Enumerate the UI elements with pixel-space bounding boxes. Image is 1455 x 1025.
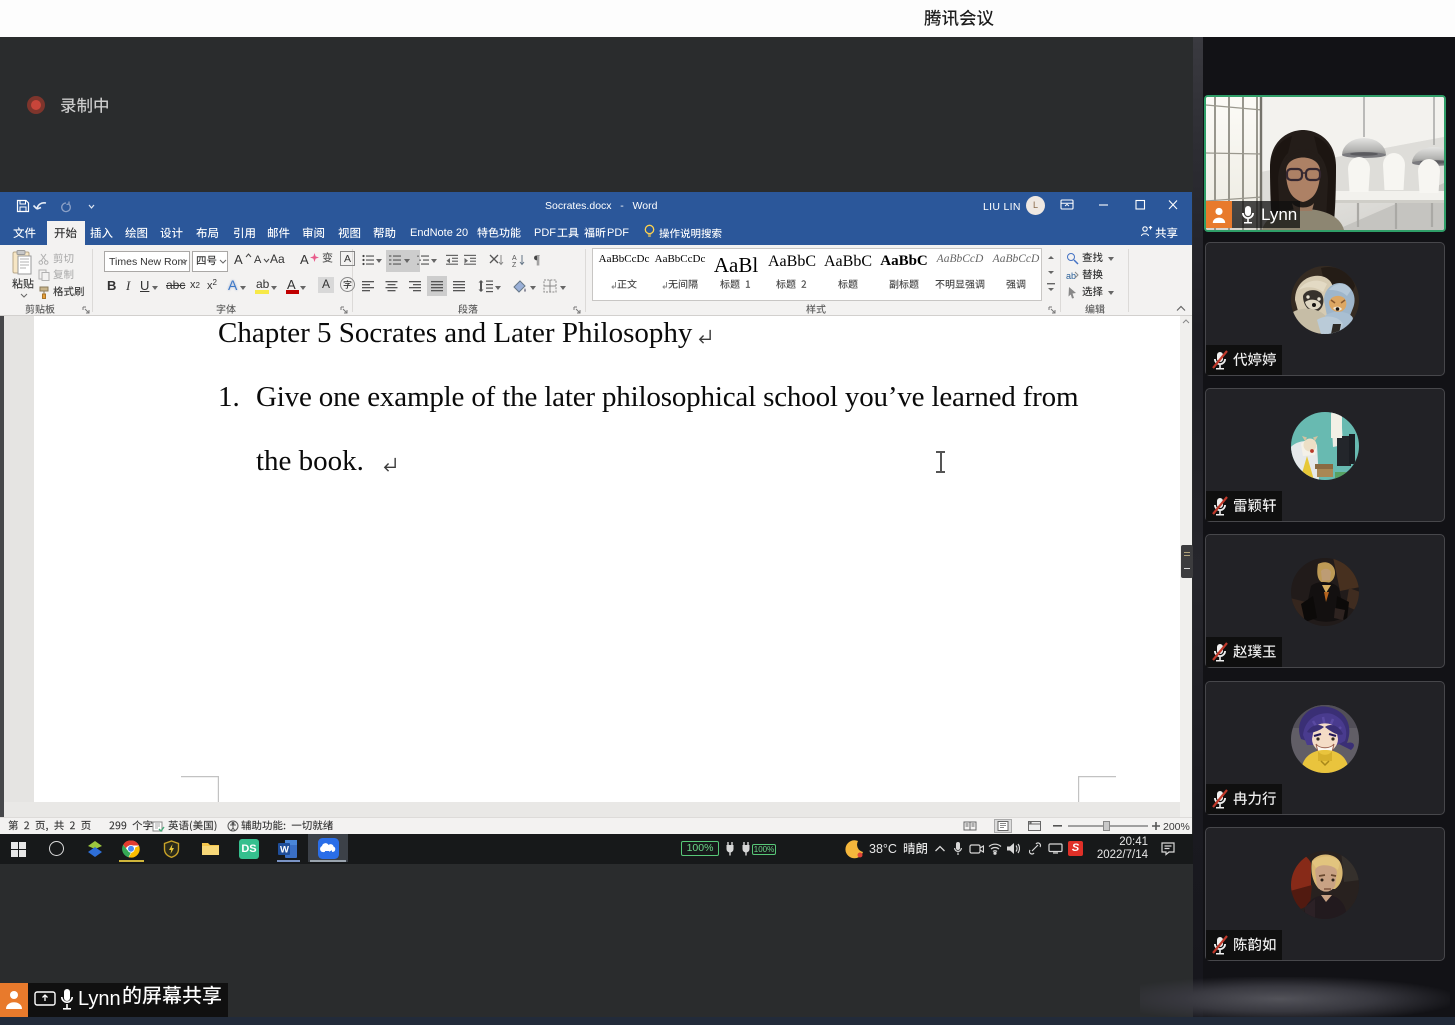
svg-text:Z: Z [512, 262, 517, 267]
svg-text:A: A [512, 255, 517, 262]
svg-text:ab: ab [1066, 271, 1076, 281]
svg-text:W: W [280, 845, 289, 856]
